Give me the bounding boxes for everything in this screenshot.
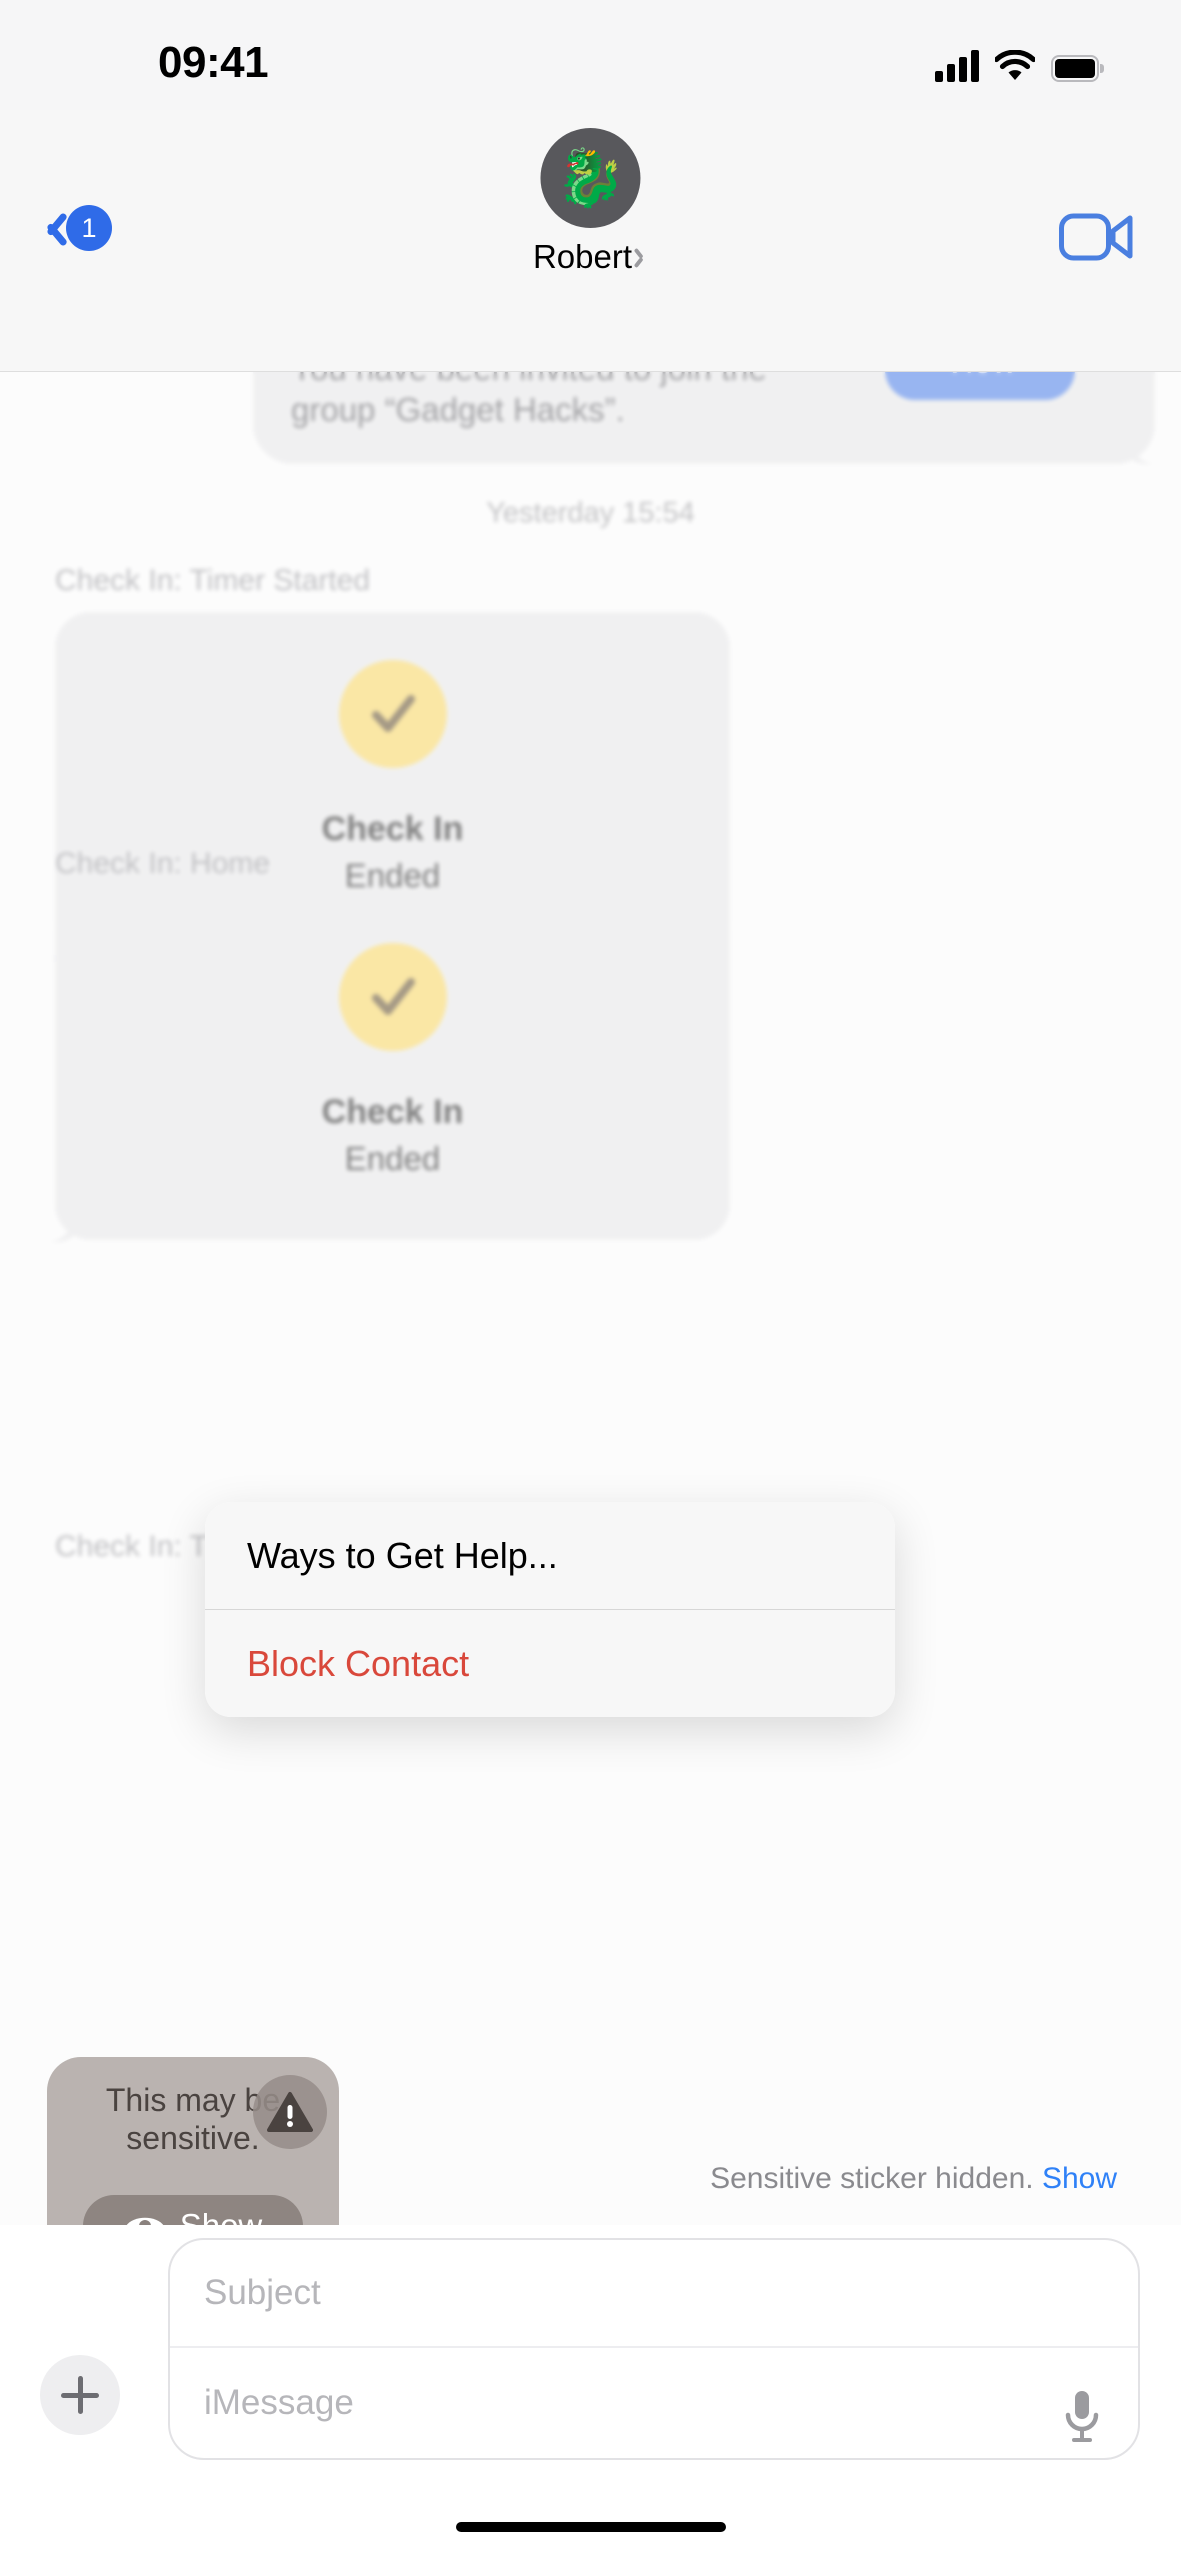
- checkin-title-2: Check In: [321, 1093, 464, 1131]
- sensitive-content-bubble[interactable]: This may be sensitive. Show: [47, 2057, 339, 2252]
- message-thread[interactable]: You have been invited to join the group …: [0, 372, 1181, 2252]
- messages-app-screen: 09:41 1 🐉 Robert group “Gadget Hacks”. Y…: [0, 0, 1181, 2560]
- warning-triangle-icon: [253, 2075, 327, 2149]
- bubble-tail: [45, 1208, 79, 1242]
- checkin-label-3: Check In: T: [55, 1530, 208, 1563]
- bubble-tail: [1124, 430, 1158, 464]
- contact-name: Robert: [532, 238, 633, 275]
- checkin-label-2: Check In: Home: [55, 847, 271, 880]
- checkin-bubble-2[interactable]: Check In Ended: [55, 895, 730, 1240]
- status-bar-icons: [935, 42, 1104, 82]
- checkin-label-1: Check In: Timer Started: [55, 564, 371, 597]
- subject-input[interactable]: [204, 2273, 1138, 2313]
- checkin-status-2: Ended: [344, 1140, 441, 1177]
- sensitive-sticker-note-text: Sensitive sticker hidden.: [710, 2162, 1042, 2195]
- checkin-title-1: Check In: [321, 810, 464, 848]
- avatar: 🐉: [540, 128, 641, 228]
- battery-full-icon: [1051, 55, 1104, 82]
- microphone-icon[interactable]: [1060, 2388, 1104, 2446]
- group-invite-text: You have been invited to join the group …: [291, 372, 767, 428]
- checkin-status-1: Ended: [344, 857, 441, 894]
- contact-name-row: Robert: [533, 238, 648, 276]
- menu-item-ways-to-get-help[interactable]: Ways to Get Help...: [205, 1502, 895, 1609]
- chevron-left-icon: [40, 206, 64, 250]
- compose-box[interactable]: [168, 2238, 1140, 2460]
- video-camera-icon[interactable]: [1059, 210, 1135, 264]
- wifi-icon: [993, 49, 1037, 82]
- avatar-glyph: 🐉: [555, 146, 626, 209]
- sensitive-sticker-show-link[interactable]: Show: [1042, 2162, 1117, 2195]
- back-button[interactable]: 1: [40, 205, 112, 251]
- unread-count-badge: 1: [66, 205, 112, 251]
- menu-item-block-contact[interactable]: Block Contact: [205, 1610, 895, 1717]
- status-bar: 09:41: [0, 0, 1181, 110]
- cellular-signal-icon: [935, 50, 979, 82]
- message-row[interactable]: [170, 2348, 1138, 2458]
- sensitive-sticker-note: Sensitive sticker hidden. Show: [710, 2162, 1117, 2196]
- navigation-bar: 1 🐉 Robert: [0, 110, 1181, 372]
- plus-icon[interactable]: [40, 2355, 120, 2435]
- checkmark-icon: [338, 660, 447, 768]
- home-indicator: [455, 2522, 726, 2532]
- subject-row[interactable]: [170, 2240, 1138, 2348]
- context-menu[interactable]: Ways to Get Help... Block Contact: [205, 1502, 895, 1717]
- chevron-right-icon: [638, 248, 648, 267]
- thread-timestamp: Yesterday 15:54: [486, 497, 695, 529]
- status-bar-clock: 09:41: [158, 38, 269, 87]
- contact-header[interactable]: 🐉 Robert: [533, 128, 648, 276]
- message-input[interactable]: [204, 2383, 1048, 2423]
- view-invite-button[interactable]: View: [885, 372, 1075, 400]
- group-invite-bubble[interactable]: You have been invited to join the group …: [253, 372, 1155, 464]
- checkmark-icon: [338, 943, 447, 1051]
